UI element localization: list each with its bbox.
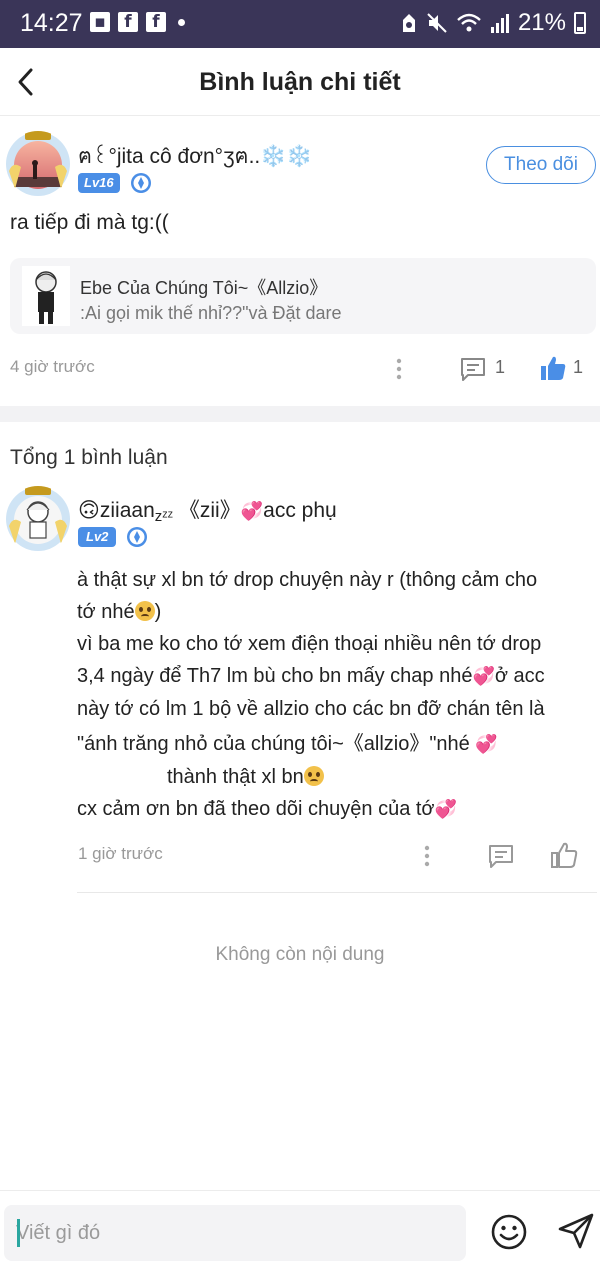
send-icon[interactable] <box>556 1211 596 1251</box>
reply-line-text: thành thật xl bn <box>167 766 304 788</box>
story-thumbnail <box>22 266 70 326</box>
comment-icon[interactable] <box>458 355 488 383</box>
image-icon: ▪ <box>90 12 110 32</box>
app-header: Bình luận chi tiết <box>0 48 600 116</box>
heart-icon: 💞 <box>240 501 264 522</box>
comment-input-bar <box>0 1190 600 1268</box>
emoji-icon[interactable] <box>490 1213 528 1251</box>
reply-meta-row: 1 giờ trước <box>0 836 600 876</box>
reply-username-suffix: acc phụ <box>263 499 337 522</box>
reply-time: 1 giờ trước <box>78 844 163 863</box>
more-notifications-icon <box>178 18 185 26</box>
facebook-icon: f <box>146 12 166 32</box>
reply-line-text: "ánh trăng nhỏ của chúng tôi~《allzio》"nh… <box>77 733 470 755</box>
reply-username-zz: zᶻᶻ <box>154 508 174 525</box>
page-title: Bình luận chi tiết <box>199 68 401 96</box>
post-badges: Lv16 <box>78 172 152 194</box>
wifi-icon <box>457 13 481 32</box>
pleading-face-icon <box>134 601 155 621</box>
battery-percent: 21% <box>517 9 566 36</box>
avatar-image <box>6 132 70 196</box>
avatar-image <box>6 487 70 551</box>
status-app-icons: ▪ f f <box>90 12 185 32</box>
signal-icon <box>490 14 509 33</box>
thumbs-up-outline-icon[interactable] <box>549 840 579 870</box>
more-vertical-icon[interactable] <box>417 842 437 870</box>
post-text: ra tiếp đi mà tg:(( <box>10 211 169 234</box>
reply-line: tớ nhé) <box>77 596 592 628</box>
avatar-frame-tag <box>25 131 51 140</box>
post-time: 4 giờ trước <box>10 357 95 376</box>
heart-icon: 💞 <box>472 666 495 687</box>
status-bar: 14:27 ▪ f f 21% <box>0 0 600 48</box>
thumbs-up-icon[interactable] <box>538 353 568 383</box>
quoted-story-card[interactable]: Ebe Của Chúng Tôi~《Allzio》 :Ai gọi mik t… <box>10 258 596 334</box>
reply-text: à thật sự xl bn tớ drop chuyện này r (th… <box>77 564 592 826</box>
follow-button[interactable]: Theo dõi <box>486 146 596 184</box>
story-cover-image <box>22 266 70 326</box>
level-badge: Lv16 <box>78 173 120 193</box>
shield-badge-icon <box>127 527 148 547</box>
total-comments-label: Tổng 1 bình luận <box>10 446 168 469</box>
heart-icon: 💞 <box>434 799 457 820</box>
reply-line-text: ở acc <box>494 665 545 687</box>
reply-username-prefix: 🙃ziiaan <box>78 499 155 522</box>
reply-divider <box>77 892 597 893</box>
reply-line-text: 3,4 ngày để Th7 lm bù cho bn mấy chap nh… <box>77 665 473 687</box>
heart-icon: 💞 <box>475 734 498 755</box>
avatar[interactable] <box>5 131 71 197</box>
story-title: Ebe Của Chúng Tôi~《Allzio》 <box>80 278 328 298</box>
text-caret <box>17 1219 20 1247</box>
reply-line: "ánh trăng nhỏ của chúng tôi~《allzio》"nh… <box>77 728 592 761</box>
comment-icon[interactable] <box>486 842 516 870</box>
more-vertical-icon[interactable] <box>389 355 409 383</box>
avatar-frame-tag <box>25 486 51 495</box>
recycle-icon <box>402 14 415 32</box>
status-time: 14:27 <box>20 9 83 37</box>
status-system-icons: 21% <box>400 9 586 37</box>
comment-input[interactable] <box>16 1205 456 1261</box>
reply-line: à thật sự xl bn tớ drop chuyện này r (th… <box>77 569 538 591</box>
reply-line: thành thật xl bn <box>77 761 592 793</box>
reply-line: cx cảm ơn bn đã theo dõi chuyện của tớ💞 <box>77 793 592 826</box>
facebook-icon: f <box>118 12 138 32</box>
level-badge: Lv2 <box>78 527 117 547</box>
pleading-face-icon <box>303 766 324 786</box>
reply-username-mid: 《zii》 <box>178 499 241 522</box>
reply-username[interactable]: 🙃ziiaanzᶻᶻ 《zii》💞acc phụ <box>78 494 337 525</box>
end-of-content-label: Không còn nội dung <box>215 944 385 965</box>
post-username[interactable]: ฅ꒰°jita cô đơn°ʒฅ..❄️❄️ <box>78 140 313 173</box>
shield-badge-icon <box>130 173 151 193</box>
mute-icon <box>427 13 447 33</box>
reply-line: vì ba me ko cho tớ xem điện thoại nhiều … <box>77 633 542 655</box>
reply-badges: Lv2 <box>78 526 148 548</box>
story-subtitle: :Ai gọi mik thế nhỉ??"và Đặt dare <box>80 303 342 323</box>
post-comment-count: 1 <box>495 357 506 377</box>
reply-line: này tớ có lm 1 bộ về allzio cho các bn đ… <box>77 698 545 720</box>
avatar[interactable] <box>5 486 71 552</box>
battery-icon <box>574 12 586 34</box>
reply-line-text: tớ nhé <box>77 601 135 623</box>
reply-line-text: cx cảm ơn bn đã theo dõi chuyện của tớ <box>77 798 435 820</box>
post-like-count: 1 <box>573 357 584 377</box>
section-divider <box>0 406 600 422</box>
comment-input-container <box>4 1205 466 1261</box>
post-meta-row: 4 giờ trước 1 1 <box>0 349 600 389</box>
reply-line: 3,4 ngày để Th7 lm bù cho bn mấy chap nh… <box>77 660 592 693</box>
reply-close-paren: ) <box>154 601 162 623</box>
